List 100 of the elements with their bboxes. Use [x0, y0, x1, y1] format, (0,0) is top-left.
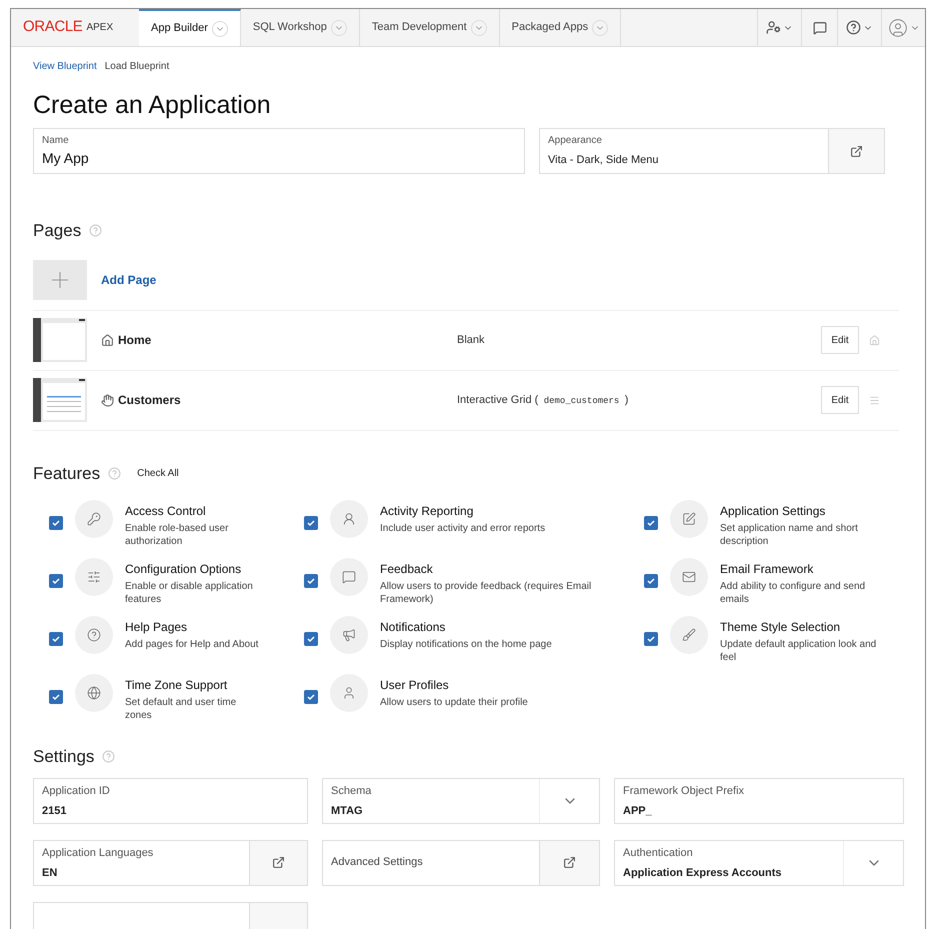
speech-bubble-icon[interactable]: [812, 20, 826, 34]
check-icon: [646, 634, 656, 644]
input-field[interactable]: Application Languages EN: [33, 840, 308, 886]
feature-description: Add ability to configure and send emails: [720, 580, 866, 606]
check-icon: [306, 576, 316, 586]
field-label: Schema: [331, 784, 372, 798]
feature-description: Enable role-based user authorization: [125, 522, 230, 548]
globe-icon: [87, 686, 101, 700]
feature-title: Email Framework: [720, 561, 814, 578]
name-field[interactable]: Name My App: [33, 128, 525, 174]
drag-handle-icon[interactable]: [869, 394, 880, 406]
check-icon: [306, 518, 316, 528]
checkbox[interactable]: [49, 632, 63, 646]
field-label: Framework Object Prefix: [623, 784, 746, 798]
feature-title: Activity Reporting: [380, 503, 474, 520]
popup-icon: [563, 856, 576, 869]
feature-title: Notifications: [380, 619, 446, 636]
check-all-link[interactable]: Check All: [137, 466, 179, 481]
feature-description: Set application name and short description: [720, 522, 859, 548]
select-field[interactable]: Schema MTAG: [322, 778, 600, 824]
checkbox[interactable]: [49, 690, 63, 704]
nav-tab[interactable]: App Builder: [139, 9, 241, 46]
checkbox[interactable]: [644, 632, 658, 646]
input-field[interactable]: Framework Object Prefix APP_: [614, 778, 904, 824]
megaphone-icon: [342, 628, 356, 642]
admin-user-icon[interactable]: [766, 20, 781, 35]
feature-title: Help Pages: [125, 619, 188, 636]
page-type: Interactive Grid ( demo_customers ): [457, 392, 630, 408]
avatar-icon[interactable]: [888, 18, 908, 38]
logo[interactable]: ORACLE APEX: [11, 9, 139, 46]
feature-description: Add pages for Help and About: [125, 638, 258, 651]
add-page-link[interactable]: Add Page: [101, 270, 156, 288]
check-icon: [646, 576, 656, 586]
advanced-settings-button[interactable]: Advanced Settings: [322, 840, 600, 886]
feature-title: Theme Style Selection: [720, 619, 842, 636]
checkbox[interactable]: [304, 690, 318, 704]
select-field[interactable]: Authentication Application Express Accounts: [614, 840, 904, 886]
breadcrumb-text: Load Blueprint: [104, 60, 170, 74]
check-icon: [51, 692, 61, 702]
check-icon: [51, 634, 61, 644]
field-value: 2151: [42, 804, 68, 819]
page-thumbnail-icon: [33, 318, 87, 362]
checkbox[interactable]: [304, 632, 318, 646]
feature-title: Access Control: [125, 503, 207, 520]
field-value: EN: [42, 866, 58, 881]
feature-description: Display notifications on the home page: [380, 638, 552, 651]
check-icon: [306, 634, 316, 644]
section-heading: Features: [33, 462, 100, 484]
checkbox[interactable]: [644, 516, 658, 530]
brush-icon: [682, 628, 696, 642]
hand-icon: [101, 394, 114, 406]
appearance-field[interactable]: Appearance Vita - Dark, Side Menu: [539, 128, 885, 174]
field-label: Authentication: [623, 846, 694, 860]
field-value: Application Express Accounts: [623, 866, 783, 881]
page-name: Customers: [118, 392, 181, 409]
feature-title: Time Zone Support: [125, 677, 228, 694]
feature-description: Allow users to provide feedback (requires Email Framework): [380, 580, 592, 606]
help-icon: [87, 628, 101, 642]
feature-description: Set default and user time zones: [125, 696, 238, 722]
envelope-icon: [682, 570, 696, 584]
page-type: Blank: [457, 332, 486, 348]
edit-button[interactable]: Edit: [821, 386, 859, 414]
checkbox[interactable]: [49, 574, 63, 588]
breadcrumb-link[interactable]: View Blueprint: [33, 59, 97, 74]
page-name: Home: [118, 332, 152, 349]
field-value: MTAG: [331, 804, 364, 819]
page-thumbnail-icon: [33, 378, 87, 422]
nav-tab[interactable]: SQL Workshop: [240, 9, 360, 46]
feature-title: User Profiles: [380, 677, 450, 694]
checkbox[interactable]: [644, 574, 658, 588]
input-field[interactable]: Application ID 2151: [33, 778, 308, 824]
field-label: Application Languages: [42, 846, 154, 860]
feature-description: Include user activity and error reports: [380, 522, 546, 535]
section-heading: Pages: [33, 220, 82, 242]
help-icon[interactable]: [846, 20, 861, 35]
popup-icon: [272, 856, 285, 869]
home-icon: [869, 334, 880, 346]
edit-button[interactable]: Edit: [821, 326, 859, 354]
add-page-tile[interactable]: [33, 260, 87, 300]
checkbox[interactable]: [304, 574, 318, 588]
speech-bubble-icon: [342, 570, 356, 584]
section-heading: Settings: [33, 746, 94, 768]
field-value: APP_: [623, 804, 653, 819]
feature-description: Update default application look and feel: [720, 638, 878, 664]
user-icon: [342, 686, 356, 700]
feature-title: Application Settings: [720, 503, 826, 520]
check-icon: [51, 576, 61, 586]
nav-tab[interactable]: Packaged Apps: [500, 9, 622, 46]
key-icon: [87, 512, 101, 526]
edit-icon: [682, 512, 696, 526]
check-icon: [51, 518, 61, 528]
feature-title: Feedback: [380, 561, 434, 578]
checkbox[interactable]: [304, 516, 318, 530]
checkbox[interactable]: [49, 516, 63, 530]
nav-tab[interactable]: Team Development: [360, 9, 500, 46]
check-icon: [306, 692, 316, 702]
sliders-icon: [87, 570, 101, 584]
field-label: Application ID: [42, 784, 111, 798]
feature-title: Configuration Options: [125, 561, 242, 578]
popup-icon: [850, 144, 863, 158]
